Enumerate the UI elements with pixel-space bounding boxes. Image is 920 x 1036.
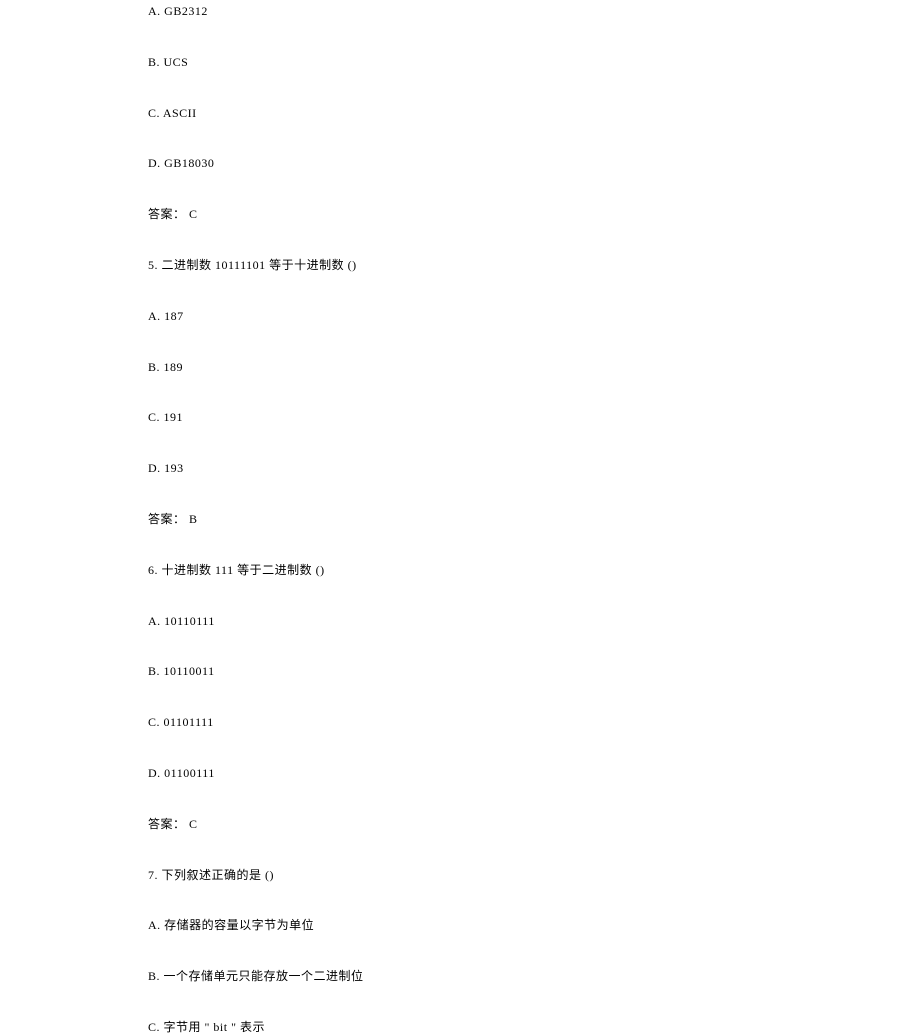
text-line: 答案： B <box>148 511 920 528</box>
text-line: B. UCS <box>148 54 920 71</box>
text-line: B. 10110011 <box>148 663 920 680</box>
text-line: D. 193 <box>148 460 920 477</box>
text-line: 5. 二进制数 10111101 等于十进制数 () <box>148 257 920 274</box>
text-line: C. 191 <box>148 409 920 426</box>
text-line: C. 01101111 <box>148 714 920 731</box>
text-line: 7. 下列叙述正确的是 () <box>148 867 920 884</box>
text-line: C. ASCII <box>148 105 920 122</box>
text-line: D. GB18030 <box>148 155 920 172</box>
text-line: 答案： C <box>148 816 920 833</box>
text-line: D. 01100111 <box>148 765 920 782</box>
text-line: B. 一个存储单元只能存放一个二进制位 <box>148 968 920 985</box>
text-line: A. 存储器的容量以字节为单位 <box>148 917 920 934</box>
text-line: A. GB2312 <box>148 3 920 20</box>
text-line: C. 字节用 " bit " 表示 <box>148 1019 920 1036</box>
text-line: 答案： C <box>148 206 920 223</box>
text-line: A. 187 <box>148 308 920 325</box>
text-line: A. 10110111 <box>148 613 920 630</box>
document-content: A. GB2312 B. UCS C. ASCII D. GB18030 答案：… <box>0 0 920 1036</box>
text-line: 6. 十进制数 111 等于二进制数 () <box>148 562 920 579</box>
text-line: B. 189 <box>148 359 920 376</box>
